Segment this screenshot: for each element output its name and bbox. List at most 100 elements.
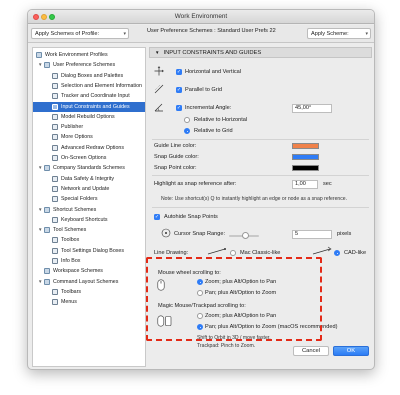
tree-item[interactable]: Info Box: [33, 256, 145, 266]
tree-item[interactable]: ▼ Company Standards Schemes: [33, 163, 145, 173]
tree-item[interactable]: Keyboard Shortcuts: [33, 215, 145, 225]
snap-guide-color-label: Snap Guide color:: [154, 154, 199, 160]
page-icon: [52, 237, 58, 244]
tree-item-label: More Options: [61, 134, 93, 141]
page-icon: [52, 134, 58, 141]
disclosure-triangle-icon[interactable]: ▼: [38, 205, 42, 215]
snap-point-color-swatch[interactable]: [292, 165, 319, 171]
tree-item[interactable]: Data Safety & Integrity: [33, 174, 145, 184]
relative-grid-label: Relative to Grid: [194, 128, 233, 134]
title-bar: Work Environment: [28, 10, 374, 24]
tree-item[interactable]: Network and Update: [33, 184, 145, 194]
tree-item-label: Tool Schemes: [53, 227, 87, 234]
tree-item[interactable]: Input Constraints and Guides: [33, 101, 145, 112]
disclosure-triangle-icon[interactable]: ▼: [38, 277, 42, 287]
mac-classic-label: Mac Classic-like: [240, 250, 281, 256]
snap-point-color-label: Snap Point color:: [154, 165, 197, 171]
apply-scheme-label: Apply Scheme:: [311, 31, 349, 37]
section-header[interactable]: ▼ INPUT CONSTRAINTS AND GUIDES: [149, 47, 372, 58]
tree-item[interactable]: Special Folders: [33, 194, 145, 204]
tree-item[interactable]: ▼ User Preference Schemes: [33, 60, 145, 70]
tree-item[interactable]: Workspace Schemes: [33, 266, 145, 276]
cursor-snap-range-label: Cursor Snap Range:: [174, 231, 225, 237]
disclosure-triangle-icon[interactable]: ▼: [38, 60, 42, 70]
crosshair-constraint-icon: [154, 66, 164, 76]
tree-item-label: Workspace Schemes: [53, 268, 103, 275]
incremental-angle-label: Incremental Angle:: [185, 105, 232, 111]
page-icon: [52, 299, 58, 306]
tree-item[interactable]: More Options: [33, 132, 145, 142]
tree-item-label: Network and Update: [61, 185, 110, 192]
disclosure-triangle-icon[interactable]: ▼: [38, 225, 42, 235]
horizontal-vertical-label: Horizontal and Vertical: [185, 69, 241, 75]
ok-button[interactable]: OK: [333, 346, 369, 356]
apply-profile-label: Apply Schemes of Profile:: [35, 31, 100, 37]
parallel-to-grid-checkbox[interactable]: ✓: [176, 87, 182, 93]
mac-classic-drawing-icon: [207, 248, 226, 255]
tree-item[interactable]: Tool Settings Dialog Boxes: [33, 246, 145, 256]
tree-item-label: Keyboard Shortcuts: [61, 216, 108, 223]
folder-icon: [44, 278, 50, 285]
slider-knob[interactable]: [242, 232, 249, 239]
tree-item[interactable]: ▼ Command Layout Schemes: [33, 277, 145, 287]
highlight-delay-input[interactable]: 1,00: [292, 180, 318, 189]
tree-item-label: Tool Settings Dialog Boxes: [61, 247, 125, 254]
angle-input[interactable]: 45,00°: [292, 104, 332, 113]
tree-item[interactable]: Toolbox: [33, 235, 145, 245]
guide-line-color-label: Guide Line color:: [154, 143, 197, 149]
tree-item-label: Company Standards Schemes: [53, 165, 125, 172]
tree-item[interactable]: Work Environment Profiles: [33, 50, 145, 60]
tree-item[interactable]: Tracker and Coordinate Input: [33, 91, 145, 101]
cancel-button[interactable]: Cancel: [293, 346, 329, 356]
tree-item[interactable]: Dialog Boxes and Palettes: [33, 71, 145, 81]
relative-horizontal-radio[interactable]: [184, 117, 190, 123]
folder-icon: [44, 268, 50, 275]
snap-guide-color-swatch[interactable]: [292, 154, 319, 160]
autohide-snap-label: Autohide Snap Points: [164, 214, 218, 220]
disclosure-triangle-icon[interactable]: ▼: [38, 163, 42, 173]
tree-item-label: Toolbox: [61, 237, 80, 244]
tree-item[interactable]: Toolbars: [33, 287, 145, 297]
folder-icon: [44, 206, 50, 213]
chevron-down-icon: ▾: [365, 31, 368, 37]
tree-item[interactable]: Menus: [33, 297, 145, 307]
autohide-snap-checkbox[interactable]: ✓: [154, 214, 160, 220]
tree-item[interactable]: Selection and Element Information: [33, 81, 145, 91]
relative-horizontal-label: Relative to Horizontal: [194, 117, 248, 123]
cursor-snap-range-slider[interactable]: [229, 232, 259, 239]
horizontal-vertical-checkbox[interactable]: ✓: [176, 69, 182, 75]
highlight-unit-label: sec: [323, 181, 332, 187]
tree-item[interactable]: Advanced Redraw Options: [33, 143, 145, 153]
cursor-snap-range-input[interactable]: 5: [292, 230, 332, 239]
guide-line-color-swatch[interactable]: [292, 143, 319, 149]
mac-classic-radio[interactable]: [230, 250, 236, 256]
page-icon: [52, 124, 58, 131]
page-icon: [52, 288, 58, 295]
annotation-highlight-box: [146, 257, 322, 341]
cad-like-label: CAD-like: [344, 250, 367, 256]
scheme-name-label: User Preference Schemes : Standard User …: [147, 28, 276, 34]
folder-icon: [36, 52, 42, 58]
apply-profile-popup[interactable]: Apply Schemes of Profile: ▾: [31, 28, 129, 39]
page-icon: [52, 82, 58, 89]
highlight-note: Note: Use shortcut(s) Q to instantly hig…: [161, 196, 348, 202]
tree-item[interactable]: ▼ Shortcut Schemes: [33, 205, 145, 215]
tree-item[interactable]: Model Rebuild Options: [33, 112, 145, 122]
cad-like-radio[interactable]: [334, 250, 340, 256]
page-icon: [52, 216, 58, 223]
folder-icon: [44, 165, 50, 172]
tree-item-label: Selection and Element Information: [61, 82, 142, 89]
chevron-down-icon: ▾: [123, 31, 126, 37]
window-title: Work Environment: [174, 13, 228, 20]
incremental-angle-checkbox[interactable]: ✓: [176, 105, 182, 111]
apply-scheme-popup[interactable]: Apply Scheme: ▾: [307, 28, 371, 39]
line-drawing-label: Line Drawing:: [154, 250, 189, 256]
tree-item-label: Dialog Boxes and Palettes: [61, 72, 124, 79]
tree-item[interactable]: ▼ Tool Schemes: [33, 225, 145, 235]
tree-item-label: Info Box: [61, 258, 81, 264]
tree-item[interactable]: Publisher: [33, 122, 145, 132]
relative-grid-radio[interactable]: [184, 128, 190, 134]
cursor-snap-range-unit: pixels: [337, 231, 352, 237]
scheme-tree[interactable]: Work Environment Profiles ▼ User Preferenc…: [32, 47, 146, 367]
tree-item[interactable]: On-Screen Options: [33, 153, 145, 163]
